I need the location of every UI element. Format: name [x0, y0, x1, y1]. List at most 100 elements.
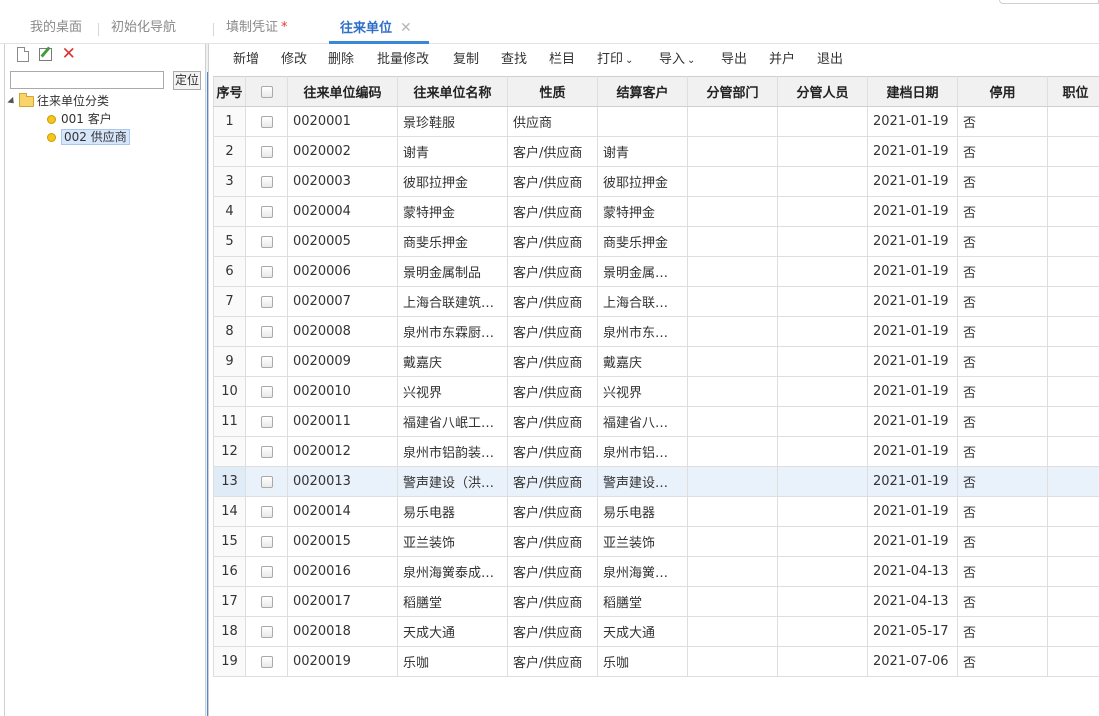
tree-item-customer[interactable]: 001 客户 — [8, 110, 130, 128]
row-checkbox[interactable] — [260, 385, 273, 398]
merge-button[interactable]: 并户 — [769, 51, 795, 69]
created-date-cell: 2021-01-19 — [867, 346, 958, 377]
table-row[interactable]: 2 0020002 谢青 客户/供应商 谢青 2021-01-19 否 — [213, 136, 1099, 167]
table-row[interactable]: 5 0020005 商斐乐押金 客户/供应商 商斐乐押金 2021-01-19 否 — [213, 226, 1099, 257]
row-checkbox[interactable] — [260, 265, 273, 278]
row-checkbox[interactable] — [260, 595, 273, 608]
row-checkbox-cell — [245, 286, 288, 317]
row-checkbox[interactable] — [260, 535, 273, 548]
row-checkbox[interactable] — [260, 175, 273, 188]
export-button[interactable]: 导出 — [721, 51, 747, 69]
department-cell — [687, 196, 778, 227]
row-checkbox[interactable] — [260, 295, 273, 308]
tree-root[interactable]: 往来单位分类 — [7, 92, 130, 110]
new-doc-icon[interactable] — [17, 46, 29, 62]
row-checkbox[interactable] — [260, 355, 273, 368]
batch-edit-button[interactable]: 批量修改 — [377, 51, 429, 69]
row-checkbox[interactable] — [260, 415, 273, 428]
type-cell: 客户/供应商 — [507, 406, 598, 437]
name-cell: 泉州海黉泰成… — [397, 556, 508, 587]
table-row[interactable]: 19 0020019 乐咖 客户/供应商 乐咖 2021-07-06 否 — [213, 646, 1099, 677]
col-name[interactable]: 往来单位名称 — [397, 76, 508, 107]
row-checkbox[interactable] — [260, 325, 273, 338]
row-checkbox[interactable] — [260, 625, 273, 638]
col-select-all[interactable] — [245, 76, 288, 107]
col-position[interactable]: 职位 — [1047, 76, 1099, 107]
col-created-date[interactable]: 建档日期 — [867, 76, 958, 107]
select-all-checkbox[interactable] — [260, 85, 273, 98]
col-disabled[interactable]: 停用 — [957, 76, 1048, 107]
table-row[interactable]: 13 0020013 警声建设（洪… 客户/供应商 警声建设… 2021-01-19 否 — [213, 466, 1099, 497]
find-button[interactable]: 查找 — [501, 51, 527, 69]
staff-cell — [777, 286, 868, 317]
expand-arrow-icon[interactable] — [7, 96, 17, 107]
row-checkbox[interactable] — [260, 205, 273, 218]
table-row[interactable]: 14 0020014 易乐电器 客户/供应商 易乐电器 2021-01-19 否 — [213, 496, 1099, 527]
locate-button[interactable]: 定位 — [173, 71, 201, 90]
table-row[interactable]: 10 0020010 兴视界 客户/供应商 兴视界 2021-01-19 否 — [213, 376, 1099, 407]
table-row[interactable]: 18 0020018 天成大通 客户/供应商 天成大通 2021-05-17 否 — [213, 616, 1099, 647]
import-button[interactable]: 导入 ⌄ — [659, 51, 695, 69]
window-edge — [999, 0, 1099, 4]
row-checkbox[interactable] — [260, 505, 273, 518]
col-department[interactable]: 分管部门 — [687, 76, 778, 107]
col-type[interactable]: 性质 — [507, 76, 598, 107]
tab-contacts[interactable]: 往来单位 ✕ — [340, 18, 412, 40]
columns-button[interactable]: 栏目 — [549, 51, 575, 69]
search-input[interactable] — [10, 71, 164, 89]
tab-init-nav[interactable]: 初始化导航 — [111, 18, 176, 40]
row-checkbox[interactable] — [260, 565, 273, 578]
department-cell — [687, 466, 778, 497]
type-cell: 客户/供应商 — [507, 526, 598, 557]
seq-cell: 18 — [213, 616, 246, 647]
tab-voucher[interactable]: 填制凭证 * — [226, 18, 288, 40]
code-cell: 0020009 — [287, 346, 398, 377]
delete-icon[interactable]: ✕ — [62, 46, 78, 63]
settle-customer-cell: 稻膳堂 — [597, 586, 688, 617]
tree-root-label: 往来单位分类 — [37, 94, 110, 108]
code-cell: 0020005 — [287, 226, 398, 257]
row-checkbox[interactable] — [260, 655, 273, 668]
table-row[interactable]: 8 0020008 泉州市东霖厨… 客户/供应商 泉州市东… 2021-01-19 否 — [213, 316, 1099, 347]
table-row[interactable]: 6 0020006 景明金属制品 客户/供应商 景明金属… 2021-01-19 否 — [213, 256, 1099, 287]
table-row[interactable]: 15 0020015 亚兰装饰 客户/供应商 亚兰装饰 2021-01-19 否 — [213, 526, 1099, 557]
edit-button[interactable]: 修改 — [281, 51, 307, 69]
seq-cell: 14 — [213, 496, 246, 527]
tree-item-supplier[interactable]: 002 供应商 — [8, 128, 130, 146]
table-row[interactable]: 4 0020004 蒙特押金 客户/供应商 蒙特押金 2021-01-19 否 — [213, 196, 1099, 227]
edit-icon[interactable] — [38, 47, 52, 61]
code-cell: 0020016 — [287, 556, 398, 587]
table-row[interactable]: 7 0020007 上海合联建筑… 客户/供应商 上海合联… 2021-01-19 否 — [213, 286, 1099, 317]
table-row[interactable]: 16 0020016 泉州海黉泰成… 客户/供应商 泉州海黉… 2021-04-13 否 — [213, 556, 1099, 587]
add-button[interactable]: 新增 — [233, 51, 259, 69]
row-checkbox[interactable] — [260, 145, 273, 158]
row-checkbox[interactable] — [260, 235, 273, 248]
close-icon[interactable]: ✕ — [400, 20, 412, 36]
table-row[interactable]: 12 0020012 泉州市铝韵装… 客户/供应商 泉州市铝… 2021-01-19 否 — [213, 436, 1099, 467]
name-cell: 稻膳堂 — [397, 586, 508, 617]
table-row[interactable]: 17 0020017 稻膳堂 客户/供应商 稻膳堂 2021-04-13 否 — [213, 586, 1099, 617]
row-checkbox[interactable] — [260, 475, 273, 488]
copy-button[interactable]: 复制 — [453, 51, 479, 69]
table-row[interactable]: 9 0020009 戴嘉庆 客户/供应商 戴嘉庆 2021-01-19 否 — [213, 346, 1099, 377]
row-checkbox-cell — [245, 226, 288, 257]
col-staff[interactable]: 分管人员 — [777, 76, 868, 107]
col-settle-customer[interactable]: 结算客户 — [597, 76, 688, 107]
disabled-cell: 否 — [957, 526, 1048, 557]
col-code[interactable]: 往来单位编码 — [287, 76, 398, 107]
table-row[interactable]: 11 0020011 福建省八岷工… 客户/供应商 福建省八… 2021-01-19 否 — [213, 406, 1099, 437]
disabled-cell: 否 — [957, 376, 1048, 407]
table-row[interactable]: 3 0020003 彼耶拉押金 客户/供应商 彼耶拉押金 2021-01-19 否 — [213, 166, 1099, 197]
row-checkbox[interactable] — [260, 445, 273, 458]
row-checkbox[interactable] — [260, 115, 273, 128]
settle-customer-cell — [597, 106, 688, 137]
table-row[interactable]: 1 0020001 景珍鞋服 供应商 2021-01-19 否 — [213, 106, 1099, 137]
delete-button[interactable]: 删除 — [328, 51, 354, 69]
col-seq[interactable]: 序号 — [213, 76, 246, 107]
department-cell — [687, 646, 778, 677]
left-toolbar: ✕ — [17, 46, 84, 66]
created-date-cell: 2021-04-13 — [867, 586, 958, 617]
tab-my-desktop[interactable]: 我的桌面 — [30, 18, 82, 40]
exit-button[interactable]: 退出 — [817, 51, 843, 69]
print-button[interactable]: 打印 ⌄ — [597, 51, 633, 69]
